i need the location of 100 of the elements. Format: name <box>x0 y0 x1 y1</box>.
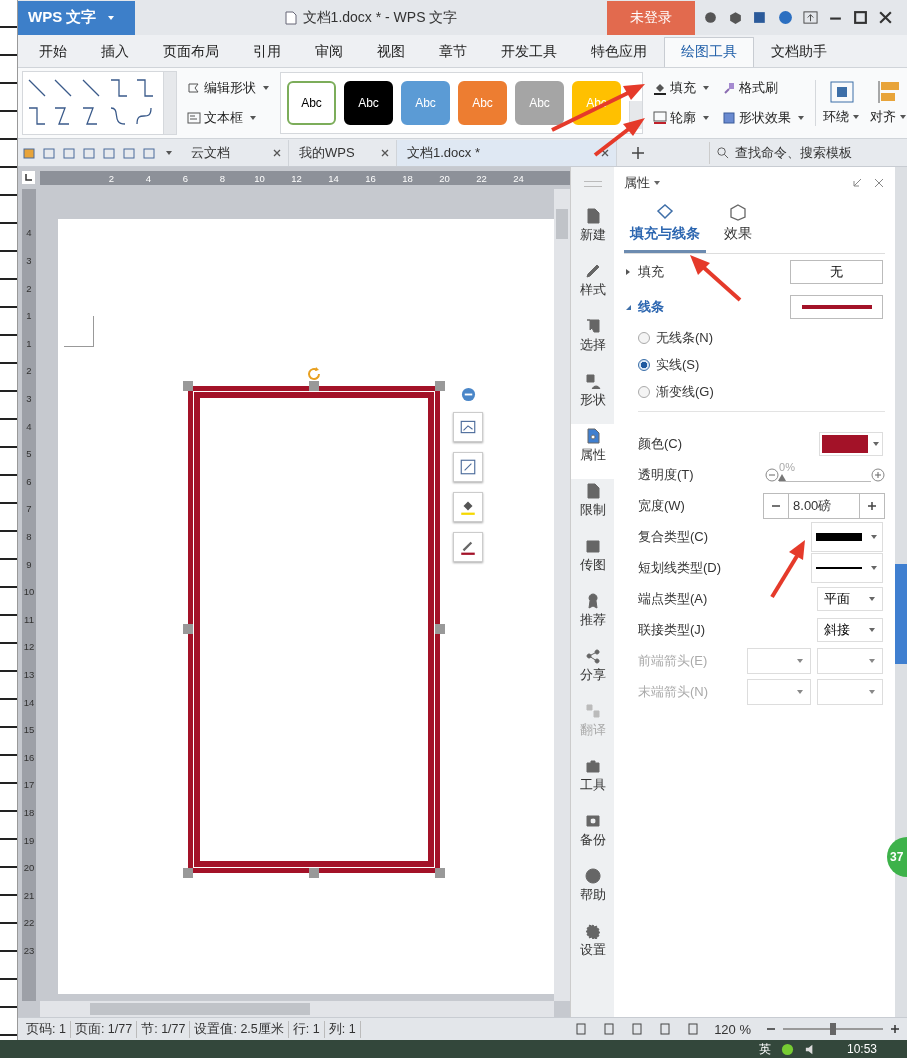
maximize-icon[interactable] <box>853 10 868 26</box>
shape-style-button[interactable]: Abc <box>287 80 336 125</box>
radio-label[interactable]: 无线条(N) <box>656 328 714 347</box>
menu-tab[interactable]: 开发工具 <box>484 36 574 67</box>
menu-tab[interactable]: 绘图工具 <box>664 36 754 67</box>
fill-section-toggle[interactable]: 填充 <box>624 262 664 281</box>
radio-button[interactable] <box>638 331 650 344</box>
resize-handle[interactable] <box>183 381 193 392</box>
folder-icon[interactable] <box>22 145 36 160</box>
layout-options-button[interactable] <box>453 412 483 443</box>
menu-tab[interactable]: 视图 <box>360 36 422 67</box>
fill-button[interactable]: 填充 <box>649 75 714 100</box>
close-icon[interactable] <box>878 10 893 26</box>
square-icon[interactable] <box>753 10 768 26</box>
side-tool-button[interactable]: 工具 <box>571 754 614 810</box>
input-method-indicator[interactable]: 英 <box>758 1040 771 1058</box>
menu-tab[interactable]: 页面布局 <box>146 36 236 67</box>
resize-handle[interactable] <box>435 624 445 635</box>
shape-effects-button[interactable]: 形状效果 <box>718 105 809 130</box>
circle-icon[interactable] <box>703 10 718 26</box>
rotate-handle-icon[interactable] <box>306 366 322 383</box>
line-style-dropdown[interactable] <box>811 521 884 552</box>
caret-icon[interactable] <box>165 148 173 157</box>
web-view-icon[interactable] <box>658 1022 673 1037</box>
line-style-dropdown[interactable] <box>811 552 884 583</box>
side-tool-button[interactable]: 帮助 <box>571 864 614 920</box>
side-tool-button[interactable]: 属性 <box>571 424 614 480</box>
gallery-scrollbar[interactable] <box>163 71 176 134</box>
resize-handle[interactable] <box>183 868 193 879</box>
side-tool-button[interactable]: 备份 <box>571 809 614 865</box>
panel-title[interactable]: 属性 <box>624 174 842 193</box>
fill-value-button[interactable]: 无 <box>790 259 884 284</box>
dock-icon[interactable] <box>851 177 864 190</box>
page-view-icon[interactable] <box>602 1022 617 1037</box>
rectangle-shape[interactable] <box>188 386 440 874</box>
wrap-button[interactable]: 环绕 <box>820 79 863 126</box>
side-tool-button[interactable]: 形状 <box>571 369 614 425</box>
format-painter-button[interactable]: 格式刷 <box>718 75 782 100</box>
side-tool-button[interactable]: 限制 <box>571 479 614 535</box>
menu-tab[interactable]: 特色应用 <box>574 36 664 67</box>
horizontal-scrollbar[interactable] <box>40 1001 554 1018</box>
zoom-level[interactable]: 120 % <box>714 1021 751 1037</box>
menu-tab[interactable]: 审阅 <box>298 36 360 67</box>
slider-thumb[interactable] <box>778 473 787 481</box>
increase-icon[interactable] <box>871 467 886 482</box>
app-menu-button[interactable]: WPS 文字 <box>18 0 135 35</box>
collapse-icon[interactable] <box>460 387 476 403</box>
side-tool-button[interactable]: 设置 <box>571 919 614 975</box>
fill-tool-button[interactable] <box>453 492 483 523</box>
menu-tab[interactable]: 引用 <box>236 36 298 67</box>
outline-view-icon[interactable] <box>630 1022 645 1037</box>
search-field[interactable]: 查找命令、搜索模板 <box>709 141 907 164</box>
panel-grip[interactable] <box>583 181 602 188</box>
menu-tab[interactable]: 文档助手 <box>754 36 844 67</box>
edit-shape-button[interactable]: 编辑形状 <box>183 75 274 100</box>
line-section-toggle[interactable]: 线条 <box>624 297 664 316</box>
menu-tab[interactable]: 开始 <box>22 36 84 67</box>
tab-stop-selector-icon[interactable] <box>22 171 35 185</box>
tray-icon[interactable] <box>780 1042 794 1056</box>
decrease-icon[interactable] <box>765 467 780 482</box>
menu-tab[interactable]: 章节 <box>422 36 484 67</box>
close-icon[interactable] <box>272 147 282 158</box>
radio-label[interactable]: 实线(S) <box>656 355 700 374</box>
resize-handle[interactable] <box>309 381 319 392</box>
upload-icon[interactable] <box>803 10 818 26</box>
side-tool-button[interactable]: 新建 <box>571 204 614 260</box>
color-dropdown[interactable] <box>819 431 884 456</box>
zoom-in-icon[interactable] <box>889 1023 901 1036</box>
new-tab-icon[interactable] <box>631 145 645 160</box>
document-tab[interactable]: 云文档 <box>181 139 289 166</box>
panel-tab[interactable]: 效果 <box>718 199 758 254</box>
edit-shape-tool-button[interactable] <box>453 452 483 483</box>
side-tool-button[interactable]: 传图 <box>571 534 614 590</box>
side-tool-button[interactable]: 推荐 <box>571 589 614 645</box>
zoom-slider-thumb[interactable] <box>830 1023 836 1036</box>
bulb-icon[interactable] <box>686 1022 701 1037</box>
outline-button[interactable]: 轮廓 <box>649 105 714 130</box>
resize-handle[interactable] <box>183 624 193 635</box>
dropdown[interactable]: 斜接 <box>817 617 884 642</box>
panel-tab[interactable]: 填充与线条 <box>624 199 706 254</box>
outline-tool-button[interactable] <box>453 532 483 563</box>
align-button[interactable]: 对齐 <box>867 79 907 126</box>
fullscreen-icon[interactable] <box>574 1022 589 1037</box>
shape-gallery[interactable] <box>22 70 177 135</box>
hexagon-icon[interactable] <box>728 10 743 26</box>
close-icon[interactable] <box>600 147 610 158</box>
shape-style-button[interactable]: Abc <box>344 80 393 125</box>
side-tool-button[interactable]: 样式 <box>571 259 614 315</box>
side-tool-button[interactable]: 分享 <box>571 644 614 700</box>
text-box-button[interactable]: 文本框 <box>183 105 274 130</box>
side-tool-button[interactable]: 选择 <box>571 314 614 370</box>
menu-tab[interactable]: 插入 <box>84 36 146 67</box>
radio-button[interactable] <box>638 358 650 371</box>
resize-handle[interactable] <box>435 381 445 392</box>
resize-handle[interactable] <box>435 868 445 879</box>
dropdown[interactable]: 平面 <box>817 586 884 611</box>
document-tab[interactable]: 文档1.docx * <box>397 139 617 166</box>
vertical-scrollbar[interactable] <box>554 189 570 1002</box>
radio-label[interactable]: 渐变线(G) <box>656 382 714 401</box>
line-preview-button[interactable] <box>790 294 884 319</box>
